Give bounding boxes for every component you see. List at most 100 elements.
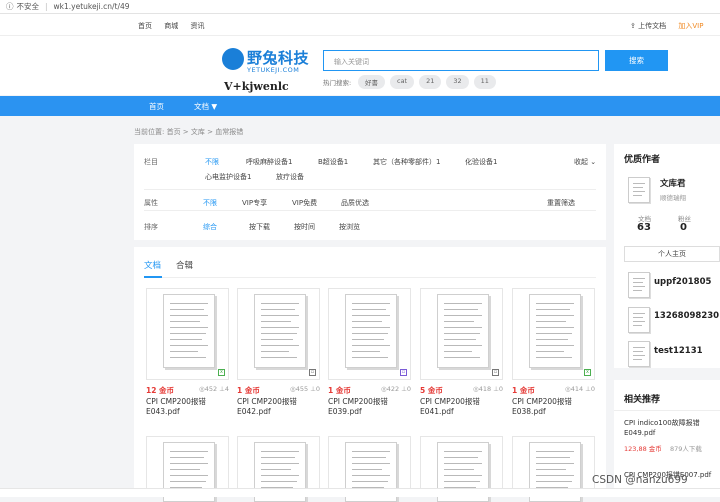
tab-docs[interactable]: 文档 [144, 259, 161, 271]
author-name[interactable]: test12131 [654, 346, 703, 356]
file-type-icon: ▫ [309, 369, 316, 376]
security-label: 不安全 [16, 2, 40, 11]
author-name[interactable]: 13268098230 [654, 311, 719, 321]
top-nav-news[interactable]: 资讯 [190, 22, 204, 30]
site-top-bar: 首页 商城 资讯 ⇪ 上传文档 加入VIP [0, 14, 720, 36]
hot-tag[interactable]: 好書 [358, 75, 385, 89]
top-nav: 首页 商城 资讯 [138, 21, 214, 31]
logo-text[interactable]: 野兔科技 [247, 47, 309, 68]
document-card[interactable]: x 1 金币 ◎414 ⊥0 CPI CMP200报错 E038.pdf [512, 288, 595, 425]
logo-rabbit-icon[interactable] [222, 48, 244, 70]
top-right-actions: ⇪ 上传文档 加入VIP [630, 21, 703, 31]
section-title: 优质作者 [624, 155, 661, 165]
document-page-icon [437, 294, 489, 368]
hot-tag[interactable]: 32 [446, 75, 469, 89]
document-thumbnail[interactable] [146, 436, 229, 502]
document-card[interactable]: ▫ 1 金币 ◎422 ⊥0 CPI CMP200报错 E039.pdf [328, 288, 411, 425]
price-label: 12 金币 [146, 386, 175, 395]
filter-option[interactable]: 不限 [205, 157, 219, 167]
document-thumbnail[interactable] [328, 436, 411, 502]
document-thumbnail[interactable]: ▫ [328, 288, 411, 380]
filter-option[interactable]: 其它（各种零部件）1 [373, 157, 440, 167]
breadcrumb: 当前位置: 首页 > 文库 > 血常报错 [134, 128, 244, 136]
filter-option[interactable]: VIP专享 [242, 198, 267, 208]
search-input[interactable]: 输入关键词 [323, 50, 599, 71]
document-thumbnail[interactable]: x [146, 288, 229, 380]
home-page-button[interactable]: 个人主页 [624, 246, 720, 262]
top-nav-home[interactable]: 首页 [138, 22, 152, 30]
document-thumbnail[interactable] [512, 436, 595, 502]
document-page-icon [529, 294, 581, 368]
author-name[interactable]: 文库君 [660, 177, 686, 189]
author-avatar[interactable] [628, 307, 650, 333]
author-subtitle: 顺德瑞翔 [660, 194, 686, 202]
upload-icon: ⇪ [630, 22, 636, 30]
price-label: 1 金币 [237, 386, 260, 395]
recommend-item-title[interactable]: CPI indico100故障报错E049.pdf [624, 418, 716, 438]
document-thumbnail[interactable]: x [512, 288, 595, 380]
view-count: ◎452 ⊥4 [199, 385, 229, 393]
document-thumbnail[interactable]: ▫ [420, 288, 503, 380]
sort-option[interactable]: 按时间 [294, 222, 315, 232]
browser-url-bar[interactable]: ⓘ 不安全 | wk1.yetukeji.cn/t/49 [0, 0, 720, 14]
document-title[interactable]: CPI CMP200报错 E041.pdf [420, 397, 503, 417]
file-type-icon: ▫ [400, 369, 407, 376]
upload-link[interactable]: 上传文档 [638, 22, 666, 30]
hot-tag[interactable]: cat [390, 75, 415, 89]
document-thumbnail[interactable] [237, 436, 320, 502]
author-avatar[interactable] [628, 272, 650, 298]
search-button[interactable]: 搜索 [605, 50, 668, 71]
filter-label: 排序 [144, 223, 158, 231]
hot-search-label: 热门搜索: [323, 79, 352, 87]
document-title[interactable]: CPI CMP200报错 E042.pdf [237, 397, 320, 417]
document-title[interactable]: CPI CMP200报错 E043.pdf [146, 397, 229, 417]
author-avatar[interactable] [628, 177, 650, 203]
hot-tag[interactable]: 21 [419, 75, 442, 89]
top-nav-mall[interactable]: 商城 [164, 22, 178, 30]
filter-option[interactable]: VIP免费 [292, 198, 317, 208]
main-nav-home[interactable]: 首页 [149, 101, 164, 112]
document-thumbnail[interactable]: ▫ [237, 288, 320, 380]
author-avatar[interactable] [628, 341, 650, 367]
collapse-toggle[interactable]: 收起 ⌄ [574, 157, 596, 167]
footer-strip [0, 488, 720, 497]
reset-filter-link[interactable]: 重置筛选 [547, 198, 575, 208]
filter-option[interactable]: B超设备1 [318, 157, 348, 167]
document-title[interactable]: CPI CMP200报错 E038.pdf [512, 397, 595, 417]
active-tab-underline [144, 276, 162, 278]
filter-option[interactable]: 放疗设备 [276, 172, 304, 182]
filter-option[interactable]: 不限 [203, 198, 217, 208]
filter-option[interactable]: 心电监护设备1 [205, 172, 251, 182]
file-type-icon: ▫ [492, 369, 499, 376]
main-nav: 首页 文档 ▼ [0, 96, 720, 116]
author-name[interactable]: uppf201805 [654, 277, 711, 287]
csdn-watermark: CSDN @nanzu699 [592, 474, 688, 486]
file-type-icon: x [218, 369, 225, 376]
divider [144, 189, 596, 190]
document-card[interactable]: ▫ 1 金币 ◎455 ⊥0 CPI CMP200报错 E042.pdf [237, 288, 320, 425]
url-text[interactable]: wk1.yetukeji.cn/t/49 [54, 2, 130, 11]
separator: | [45, 2, 48, 11]
sort-option[interactable]: 按浏览 [339, 222, 360, 232]
document-card[interactable]: ▫ 5 金币 ◎418 ⊥0 CPI CMP200报错 E041.pdf [420, 288, 503, 425]
docs-count-value: 63 [637, 222, 651, 233]
view-count: ◎455 ⊥0 [290, 385, 320, 393]
filter-option[interactable]: 呼吸麻醉设备1 [246, 157, 292, 167]
document-title[interactable]: CPI CMP200报错 E039.pdf [328, 397, 411, 417]
tabs-divider [144, 277, 596, 278]
document-thumbnail[interactable] [420, 436, 503, 502]
filter-panel: 栏目 不限 呼吸麻醉设备1 B超设备1 其它（各种零部件）1 化验设备1 收起 … [134, 144, 606, 240]
section-title: 相关推荐 [624, 395, 661, 405]
main-nav-docs[interactable]: 文档 ▼ [194, 101, 217, 112]
filter-option[interactable]: 化验设备1 [465, 157, 497, 167]
sort-option[interactable]: 综合 [203, 222, 217, 232]
sort-option[interactable]: 按下载 [249, 222, 270, 232]
filter-option[interactable]: 品质优选 [341, 198, 369, 208]
hot-tag[interactable]: 11 [473, 75, 496, 89]
document-card[interactable]: x 12 金币 ◎452 ⊥4 CPI CMP200报错 E043.pdf [146, 288, 229, 425]
tab-collection[interactable]: 合辑 [176, 259, 193, 271]
price-label: 1 金币 [328, 386, 351, 395]
recommend-item-downloads: 879人下载 [670, 445, 702, 453]
price-label: 1 金币 [512, 386, 535, 395]
join-vip-link[interactable]: 加入VIP [678, 22, 703, 30]
